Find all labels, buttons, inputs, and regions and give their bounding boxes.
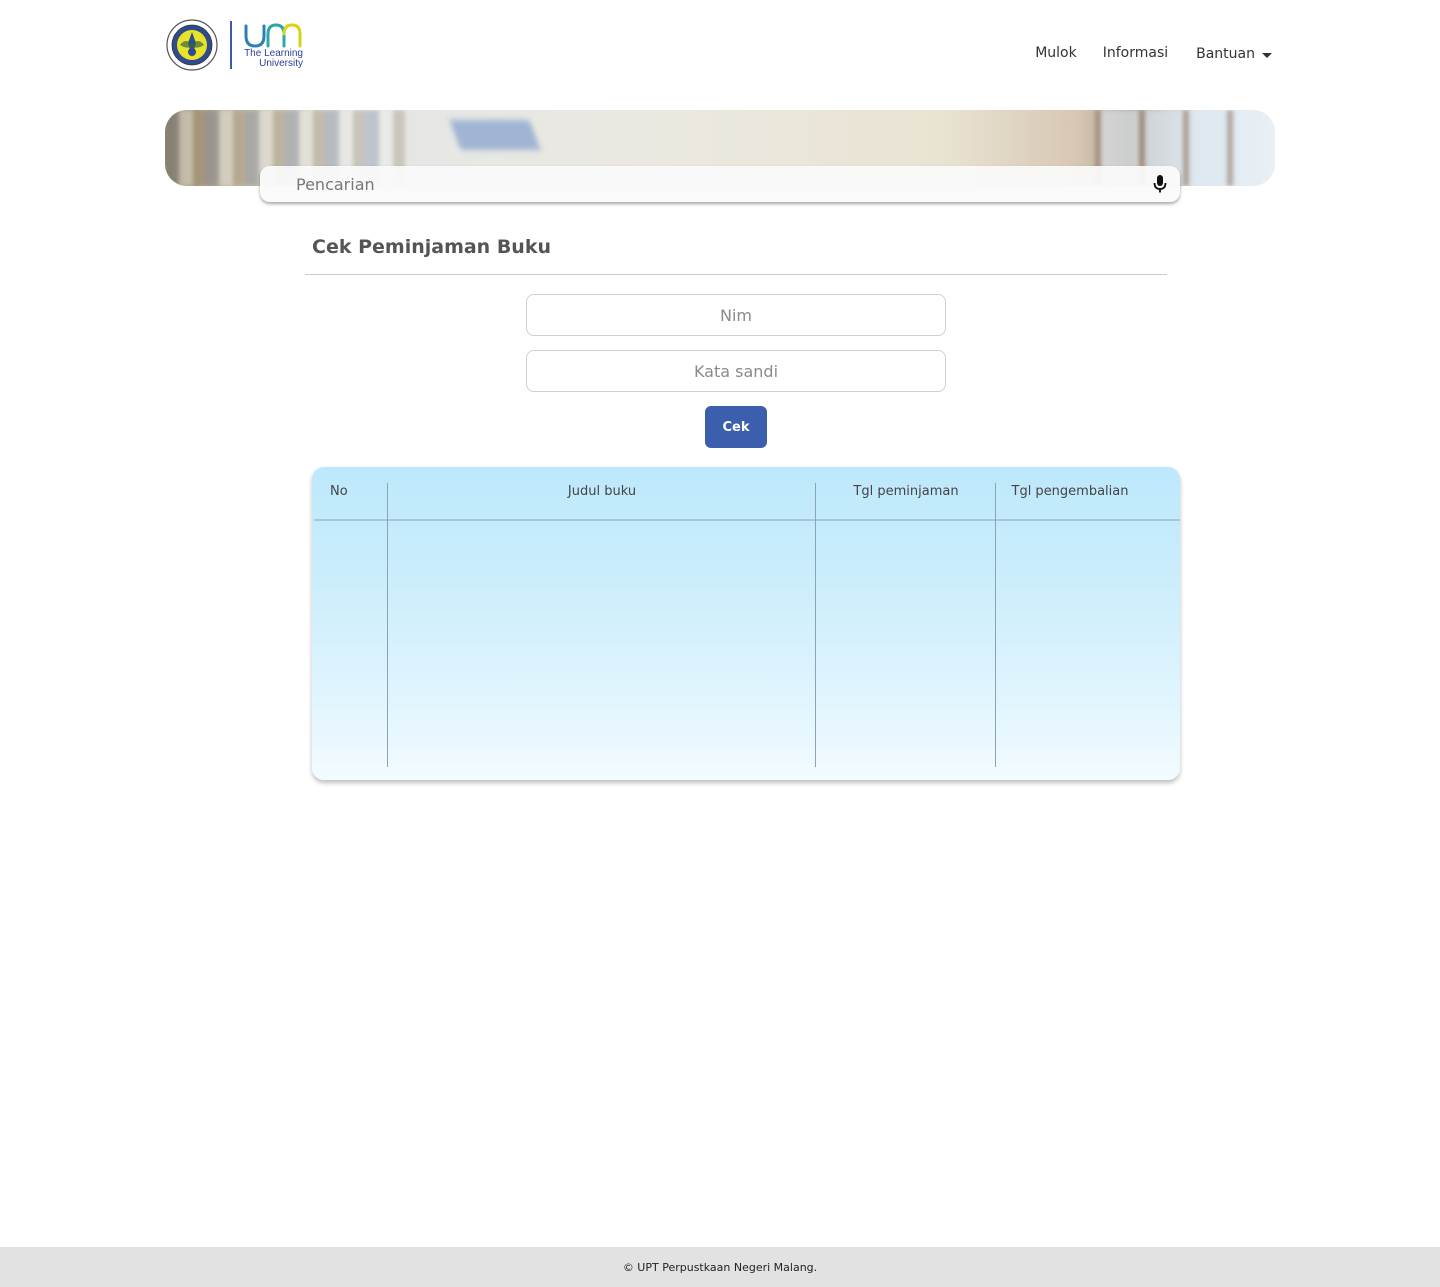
- title-divider: [305, 274, 1167, 275]
- column-divider: [815, 483, 816, 767]
- microphone-icon[interactable]: [1152, 174, 1168, 194]
- university-logo[interactable]: The Learning University: [166, 18, 303, 72]
- top-navigation: Mulok Informasi Bantuan: [1035, 44, 1272, 62]
- column-header-no: No: [330, 484, 348, 499]
- banner-light-decor: [449, 120, 541, 150]
- nav-dropdown-bantuan[interactable]: Bantuan: [1196, 46, 1272, 62]
- logo-tagline-line1: The Learning: [244, 47, 303, 59]
- nav-item-informasi[interactable]: Informasi: [1103, 45, 1168, 61]
- column-divider: [995, 483, 996, 767]
- search-input[interactable]: [296, 174, 1116, 194]
- footer-copyright: © UPT Perpustkaan Negeri Malang.: [622, 1260, 818, 1274]
- logo-divider: [230, 21, 232, 69]
- column-divider: [387, 483, 388, 767]
- nav-item-mulok[interactable]: Mulok: [1035, 45, 1077, 61]
- column-header-judul-buku: Judul buku: [567, 484, 637, 499]
- loan-table: No Judul buku Tgl peminjaman Tgl pengemb…: [312, 467, 1180, 780]
- search-bar: [260, 166, 1180, 202]
- table-header-divider: [314, 519, 1180, 521]
- nim-field[interactable]: [526, 294, 946, 336]
- logo-tagline-line2: University: [259, 57, 303, 69]
- page-title: Cek Peminjaman Buku: [312, 236, 551, 258]
- um-wordmark: The Learning University: [243, 22, 303, 69]
- column-header-tgl-peminjaman: Tgl peminjaman: [853, 484, 959, 499]
- column-header-tgl-pengembalian: Tgl pengembalian: [1011, 484, 1129, 499]
- password-field[interactable]: [526, 350, 946, 392]
- caret-down-icon: [1262, 53, 1272, 58]
- nav-dropdown-label: Bantuan: [1196, 46, 1255, 62]
- university-seal-icon: [166, 19, 218, 71]
- footer: © UPT Perpustkaan Negeri Malang.: [0, 1247, 1440, 1287]
- cek-button[interactable]: Cek: [705, 406, 767, 448]
- um-logo-icon: [244, 22, 302, 48]
